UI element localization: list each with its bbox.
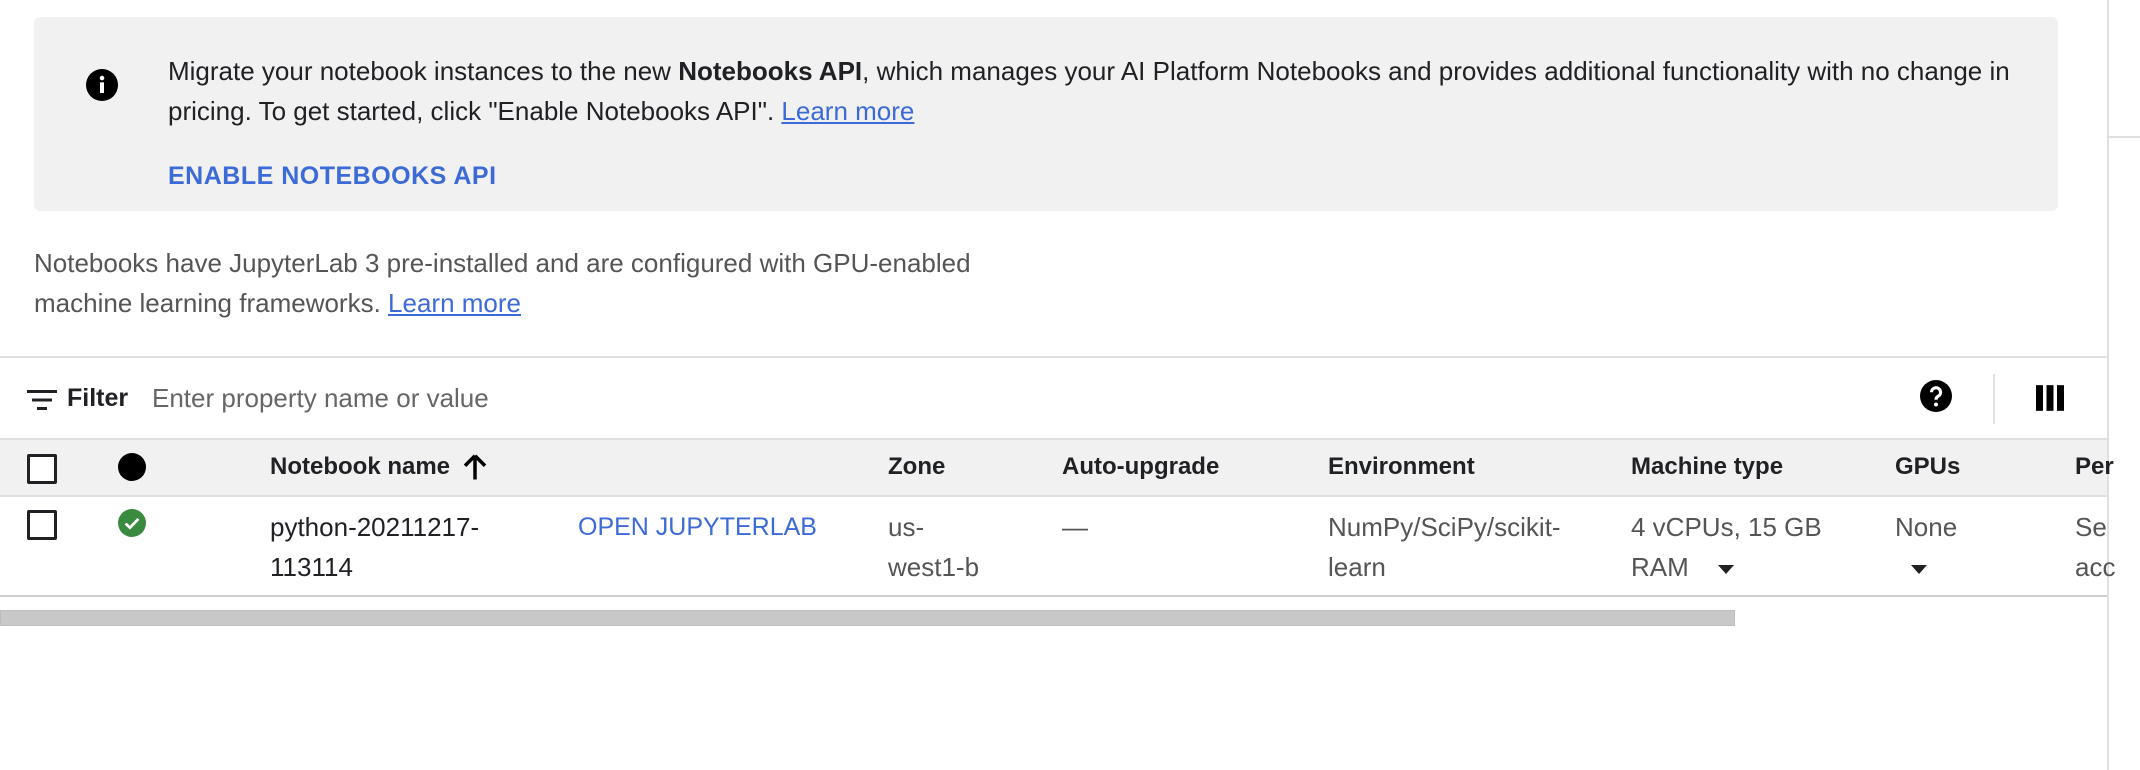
zone-cell: us- west1-b: [888, 507, 979, 587]
migration-banner: Migrate your notebook instances to the n…: [34, 17, 2058, 211]
info-icon: [86, 69, 118, 101]
environment-line1: NumPy/SciPy/scikit-: [1328, 512, 1561, 542]
permission-cell: Se acc: [2075, 507, 2115, 587]
select-all-checkbox[interactable]: [27, 454, 57, 484]
row-checkbox[interactable]: [27, 510, 57, 540]
notebook-name-line1: python-20211217-: [270, 512, 480, 542]
permission-line1: Se: [2075, 512, 2107, 542]
zone-line1: us-: [888, 512, 925, 542]
banner-message-text: Migrate your notebook instances to the n…: [168, 56, 679, 86]
header-environment[interactable]: Environment: [1328, 453, 1475, 481]
filter-input[interactable]: [152, 378, 1052, 418]
banner-message: Migrate your notebook instances to the n…: [168, 51, 2038, 131]
open-jupyterlab-button[interactable]: OPEN JUPYTERLAB: [578, 507, 817, 547]
header-zone[interactable]: Zone: [888, 453, 945, 481]
page-description: Notebooks have JupyterLab 3 pre-installe…: [34, 243, 1014, 323]
environment-line2: learn: [1328, 552, 1386, 582]
banner-message-bold: Notebooks API: [678, 56, 863, 86]
gpus-cell: None: [1895, 507, 1957, 587]
status-column-icon: [118, 453, 146, 481]
panel-divider-tick: [2109, 136, 2140, 138]
notebook-name-line2: 113114: [270, 552, 353, 582]
machine-type-line2-text: RAM: [1631, 552, 1689, 582]
header-notebook-name[interactable]: Notebook name: [270, 453, 450, 481]
permission-line2: acc: [2075, 552, 2116, 582]
panel-divider: [2107, 0, 2109, 770]
help-icon[interactable]: [1920, 380, 1952, 412]
machine-type-line2: RAM: [1631, 547, 1822, 587]
arrow-up-icon[interactable]: [460, 452, 490, 482]
filter-label[interactable]: Filter: [67, 384, 128, 413]
header-permission[interactable]: Per: [2075, 453, 2114, 481]
check-circle-icon: [118, 509, 146, 537]
header-gpus[interactable]: GPUs: [1895, 453, 1960, 481]
header-machine-type[interactable]: Machine type: [1631, 453, 1783, 481]
auto-upgrade-cell: —: [1062, 512, 1088, 542]
table-header: Notebook name Zone Auto-upgrade Environm…: [0, 440, 2114, 497]
horizontal-scrollbar[interactable]: [0, 610, 1735, 626]
toolbar-separator: [1993, 374, 1995, 424]
notebooks-page: Migrate your notebook instances to the n…: [0, 0, 2140, 770]
zone-line2: west1-b: [888, 552, 980, 582]
notebook-name-cell[interactable]: python-20211217- 113114: [270, 507, 479, 587]
machine-type-dropdown-icon[interactable]: [1718, 564, 1735, 574]
environment-cell: NumPy/SciPy/scikit- learn: [1328, 507, 1561, 587]
column-display-icon[interactable]: [2036, 384, 2064, 412]
filter-bar: Filter: [0, 356, 2107, 440]
gpus-dropdown-wrap: [1895, 547, 1957, 587]
filter-icon[interactable]: [27, 388, 57, 412]
machine-type-line1: 4 vCPUs, 15 GB: [1631, 512, 1822, 542]
table-row: python-20211217- 113114 OPEN JUPYTERLAB …: [0, 497, 2115, 597]
enable-notebooks-api-button[interactable]: ENABLE NOTEBOOKS API: [168, 162, 497, 191]
machine-type-cell: 4 vCPUs, 15 GB RAM: [1631, 507, 1822, 587]
gpus-dropdown-icon[interactable]: [1911, 564, 1927, 574]
banner-learn-more-link[interactable]: Learn more: [781, 96, 914, 126]
header-auto-upgrade[interactable]: Auto-upgrade: [1062, 453, 1219, 481]
gpus-value: None: [1895, 512, 1958, 542]
description-learn-more-link[interactable]: Learn more: [388, 288, 521, 318]
